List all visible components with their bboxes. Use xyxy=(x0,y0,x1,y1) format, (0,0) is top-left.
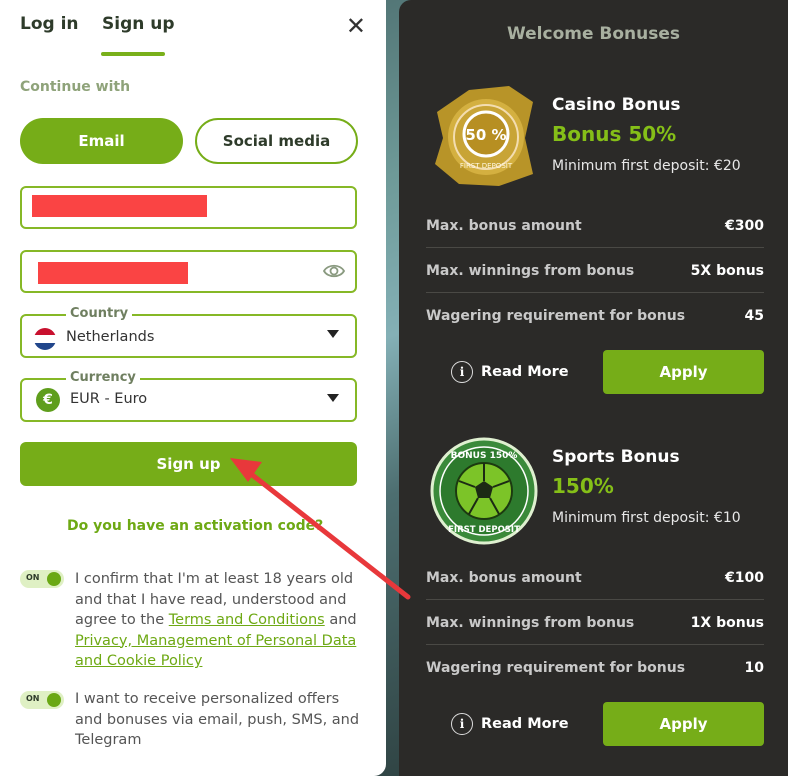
casino-row: Max. winnings from bonus 5X bonus xyxy=(426,249,764,293)
email-method-button[interactable]: Email xyxy=(20,118,183,164)
casino-badge-text: 50 % xyxy=(465,126,506,144)
consent-text: and xyxy=(324,612,357,628)
row-value: 5X bonus xyxy=(690,262,764,279)
info-icon: i xyxy=(451,713,473,735)
currency-legend: Currency xyxy=(66,370,140,385)
social-media-button[interactable]: Social media xyxy=(195,118,358,164)
welcome-bonuses-panel: Welcome Bonuses 50 % FIRST DEPOSIT Casin… xyxy=(399,0,788,776)
country-select[interactable]: Country Netherlands xyxy=(20,306,357,358)
toggle-knob xyxy=(47,693,61,707)
sports-bonus-title: Sports Bonus xyxy=(552,447,680,467)
row-label: Max. bonus amount xyxy=(426,569,582,586)
terms-link[interactable]: Terms and Conditions xyxy=(169,612,325,628)
sports-apply-button[interactable]: Apply xyxy=(603,702,764,746)
row-value: €300 xyxy=(725,217,764,234)
currency-select[interactable]: Currency € EUR - Euro xyxy=(20,370,357,422)
chevron-down-icon xyxy=(327,330,339,338)
privacy-link[interactable]: Privacy, Management of Personal Data and… xyxy=(75,633,356,670)
sports-bonus-headline: 150% xyxy=(552,474,614,498)
casino-bonus-headline: Bonus 50% xyxy=(552,122,677,146)
sports-row: Max. winnings from bonus 1X bonus xyxy=(426,601,764,645)
casino-apply-button[interactable]: Apply xyxy=(603,350,764,394)
redacted-value xyxy=(38,262,188,284)
sports-row: Max. bonus amount €100 xyxy=(426,556,764,600)
redacted-value xyxy=(32,195,207,217)
close-icon[interactable]: ✕ xyxy=(346,12,366,40)
euro-icon: € xyxy=(36,388,60,412)
country-legend: Country xyxy=(66,306,133,321)
signup-modal: Log in Sign up ✕ Continue with Email Soc… xyxy=(0,0,386,776)
toggle-on-label: ON xyxy=(26,694,40,703)
marketing-consent-text: I want to receive personalized offers an… xyxy=(75,691,360,748)
sports-min-deposit: Minimum first deposit: €10 xyxy=(552,510,741,526)
active-tab-indicator xyxy=(101,52,165,56)
tab-signup[interactable]: Sign up xyxy=(102,14,175,34)
casino-bonus-badge-icon: 50 % FIRST DEPOSIT xyxy=(435,86,533,186)
casino-badge-ring: FIRST DEPOSIT xyxy=(460,162,513,170)
info-icon: i xyxy=(451,361,473,383)
age-consent-toggle[interactable]: ON xyxy=(20,570,64,588)
sports-row: Wagering requirement for bonus 10 xyxy=(426,646,764,690)
row-label: Max. winnings from bonus xyxy=(426,262,635,279)
currency-value: EUR - Euro xyxy=(70,391,148,407)
sports-read-more[interactable]: i Read More xyxy=(451,713,569,735)
row-label: Wagering requirement for bonus xyxy=(426,660,686,676)
row-label: Max. winnings from bonus xyxy=(426,614,635,631)
row-value: 10 xyxy=(744,660,764,676)
row-label: Wagering requirement for bonus xyxy=(426,308,686,324)
sports-badge-top: BONUS 150% xyxy=(451,451,518,461)
netherlands-flag-icon xyxy=(34,328,56,350)
panel-title: Welcome Bonuses xyxy=(506,24,681,44)
row-value: 45 xyxy=(744,308,764,324)
casino-bonus-title: Casino Bonus xyxy=(552,95,681,115)
country-value: Netherlands xyxy=(66,329,155,345)
tab-login[interactable]: Log in xyxy=(20,14,79,34)
toggle-knob xyxy=(47,572,61,586)
signup-submit-button[interactable]: Sign up xyxy=(20,442,357,486)
age-consent-text: I confirm that I'm at least 18 years old… xyxy=(75,569,365,672)
eye-icon[interactable] xyxy=(323,262,345,280)
activation-code-link[interactable]: Do you have an activation code? xyxy=(67,518,323,534)
read-more-label: Read More xyxy=(481,716,569,732)
email-field[interactable] xyxy=(20,186,357,229)
casino-min-deposit: Minimum first deposit: €20 xyxy=(552,158,741,174)
casino-row: Wagering requirement for bonus 45 xyxy=(426,294,764,338)
read-more-label: Read More xyxy=(481,364,569,380)
chevron-down-icon xyxy=(327,394,339,402)
row-value: €100 xyxy=(725,569,764,586)
continue-with-label: Continue with xyxy=(20,79,131,95)
row-value: 1X bonus xyxy=(690,614,764,631)
casino-read-more[interactable]: i Read More xyxy=(451,361,569,383)
sports-badge-bottom: FIRST DEPOSIT xyxy=(448,525,520,535)
casino-row: Max. bonus amount €300 xyxy=(426,204,764,248)
password-field[interactable] xyxy=(20,250,357,293)
toggle-on-label: ON xyxy=(26,573,40,582)
sports-bonus-badge-icon: BONUS 150% FIRST DEPOSIT xyxy=(430,437,538,545)
marketing-consent-toggle[interactable]: ON xyxy=(20,691,64,709)
row-label: Max. bonus amount xyxy=(426,217,582,234)
